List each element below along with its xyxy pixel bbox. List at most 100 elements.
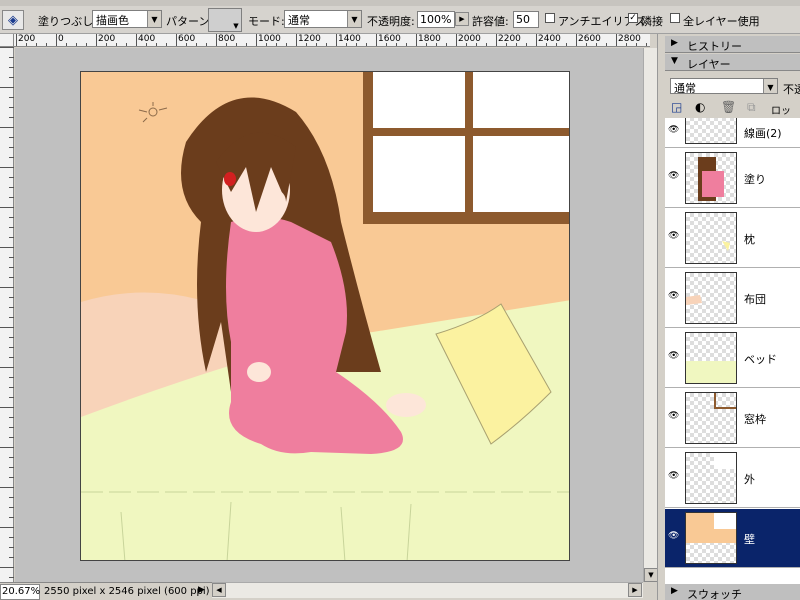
ruler-tick bbox=[9, 117, 14, 118]
mode-select[interactable]: 通常 ▼ bbox=[284, 10, 362, 28]
ruler-tick bbox=[9, 507, 14, 508]
layer-toolbar: ◲ ◐ 🗑 ⧉ ロック bbox=[665, 98, 800, 132]
ruler-minor-tick bbox=[356, 43, 357, 46]
ruler-tick bbox=[96, 34, 97, 46]
eye-icon[interactable]: 👁 bbox=[668, 411, 680, 421]
tool-options-bar: ◈ 塗りつぶし: 描画色 ▼ パターン: ▼ モード: 通常 ▼ 不透明度: 1… bbox=[0, 0, 800, 34]
pattern-picker[interactable]: ▼ bbox=[208, 8, 242, 32]
ruler-label: 2000 bbox=[458, 34, 481, 44]
horizontal-ruler[interactable]: 200 0 200 400 600 800 1000 1200 1400 1600 1800 2000… bbox=[14, 34, 650, 47]
link-icon[interactable]: ⧉ bbox=[747, 100, 756, 115]
opacity-input[interactable]: 100% bbox=[417, 11, 455, 28]
vertical-scrollbar[interactable]: ▼ bbox=[643, 48, 658, 582]
all-layers-label: 全レイヤー使用 bbox=[683, 15, 760, 28]
layer-name: 窓枠 bbox=[744, 413, 766, 426]
ruler-tick bbox=[9, 397, 14, 398]
scroll-down-icon[interactable]: ▼ bbox=[644, 568, 658, 582]
ruler-tick bbox=[456, 34, 457, 46]
eye-icon[interactable]: 👁 bbox=[668, 231, 680, 241]
ruler-tick bbox=[0, 327, 14, 328]
history-panel-header[interactable]: ▶ ヒストリー bbox=[665, 36, 800, 53]
ruler-minor-tick bbox=[236, 43, 237, 46]
zoom-field[interactable]: 20.67% bbox=[0, 584, 40, 600]
eye-icon[interactable]: 👁 bbox=[668, 125, 680, 135]
eye-icon[interactable]: 👁 bbox=[668, 171, 680, 181]
eye-icon[interactable]: 👁 bbox=[668, 291, 680, 301]
layer-name: 枕 bbox=[744, 233, 755, 246]
ruler-minor-tick bbox=[386, 43, 387, 46]
ruler-minor-tick bbox=[306, 43, 307, 46]
ruler-tick bbox=[0, 447, 14, 448]
scroll-right-icon[interactable]: ▶ bbox=[628, 583, 642, 597]
ruler-tick bbox=[496, 34, 497, 46]
opacity-slider-arrow-icon[interactable]: ▶ bbox=[455, 12, 469, 26]
ruler-tick bbox=[9, 67, 14, 68]
ruler-tick bbox=[536, 34, 537, 46]
layers-panel-header[interactable]: ▼ レイヤー bbox=[665, 54, 800, 71]
ruler-minor-tick bbox=[286, 43, 287, 46]
ruler-minor-tick bbox=[66, 43, 67, 46]
layer-name: 壁 bbox=[744, 533, 755, 546]
canvas-workspace[interactable] bbox=[15, 48, 643, 582]
eye-icon[interactable]: 👁 bbox=[668, 531, 680, 541]
layer-row-selected[interactable]: 👁 壁 bbox=[665, 509, 800, 568]
ruler-tick bbox=[16, 34, 17, 46]
layer-mode-value: 通常 bbox=[674, 82, 696, 94]
panel-splitter[interactable] bbox=[657, 34, 665, 600]
ruler-label: 1200 bbox=[298, 34, 321, 44]
layer-row[interactable]: 👁 ベッド bbox=[665, 329, 800, 388]
ruler-tick bbox=[9, 547, 14, 548]
ruler-minor-tick bbox=[486, 43, 487, 46]
antialias-checkbox[interactable] bbox=[545, 13, 555, 23]
scroll-left-icon[interactable]: ◀ bbox=[212, 583, 226, 597]
horizontal-scrollbar[interactable]: ◀ ▶ bbox=[212, 582, 643, 598]
ruler-label: 1600 bbox=[378, 34, 401, 44]
new-layer-icon[interactable]: ◲ bbox=[671, 100, 682, 114]
ruler-minor-tick bbox=[346, 43, 347, 46]
swatches-panel-header[interactable]: ▶ スウォッチ bbox=[665, 584, 800, 600]
layer-row[interactable]: 👁 塗り bbox=[665, 149, 800, 208]
fill-label: 塗りつぶし: bbox=[38, 15, 97, 28]
swatches-title: スウォッチ bbox=[687, 588, 742, 600]
all-layers-checkbox[interactable] bbox=[670, 13, 680, 23]
vertical-ruler[interactable] bbox=[0, 47, 14, 582]
canvas-artwork[interactable] bbox=[80, 71, 570, 561]
layer-row[interactable]: 👁 枕 bbox=[665, 209, 800, 268]
fill-source-select[interactable]: 描画色 ▼ bbox=[92, 10, 162, 28]
ruler-minor-tick bbox=[546, 43, 547, 46]
ruler-tick bbox=[9, 297, 14, 298]
ruler-tick bbox=[9, 157, 14, 158]
layer-row[interactable]: 👁 窓枠 bbox=[665, 389, 800, 448]
layer-blend-mode-select[interactable]: 通常 ▼ bbox=[670, 78, 778, 94]
adjustment-layer-icon[interactable]: ◐ bbox=[695, 100, 705, 114]
ruler-tick bbox=[9, 477, 14, 478]
layer-row[interactable]: 👁 外 bbox=[665, 449, 800, 508]
ruler-minor-tick bbox=[326, 43, 327, 46]
ruler-tick bbox=[9, 387, 14, 388]
ruler-minor-tick bbox=[106, 43, 107, 46]
ruler-minor-tick bbox=[266, 43, 267, 46]
ruler-label: 0 bbox=[58, 34, 64, 44]
ruler-tick bbox=[0, 367, 14, 368]
ruler-label: 2600 bbox=[578, 34, 601, 44]
layer-row[interactable]: 👁 布団 bbox=[665, 269, 800, 328]
ruler-minor-tick bbox=[516, 43, 517, 46]
ruler-tick bbox=[9, 267, 14, 268]
ruler-minor-tick bbox=[166, 43, 167, 46]
trash-icon[interactable]: 🗑 bbox=[721, 100, 736, 114]
eye-icon[interactable]: 👁 bbox=[668, 351, 680, 361]
layer-thumbnail bbox=[685, 392, 737, 444]
status-menu-arrow-icon[interactable]: ▶ bbox=[198, 585, 205, 595]
ruler-label: 1000 bbox=[258, 34, 281, 44]
layer-thumbnail bbox=[685, 512, 737, 564]
contiguous-checkbox[interactable]: ✓ bbox=[628, 13, 638, 23]
document-info: 2550 pixel x 2546 pixel (600 ppi) bbox=[44, 586, 210, 597]
ruler-tick bbox=[376, 34, 377, 46]
layer-row[interactable]: 👁 線画(2) bbox=[665, 118, 800, 148]
ruler-tick bbox=[176, 34, 177, 46]
ruler-tick bbox=[576, 34, 577, 46]
eye-icon[interactable]: 👁 bbox=[668, 471, 680, 481]
ruler-tick bbox=[136, 34, 137, 46]
paint-bucket-icon[interactable]: ◈ bbox=[2, 10, 24, 30]
tolerance-input[interactable]: 50 bbox=[513, 11, 539, 28]
